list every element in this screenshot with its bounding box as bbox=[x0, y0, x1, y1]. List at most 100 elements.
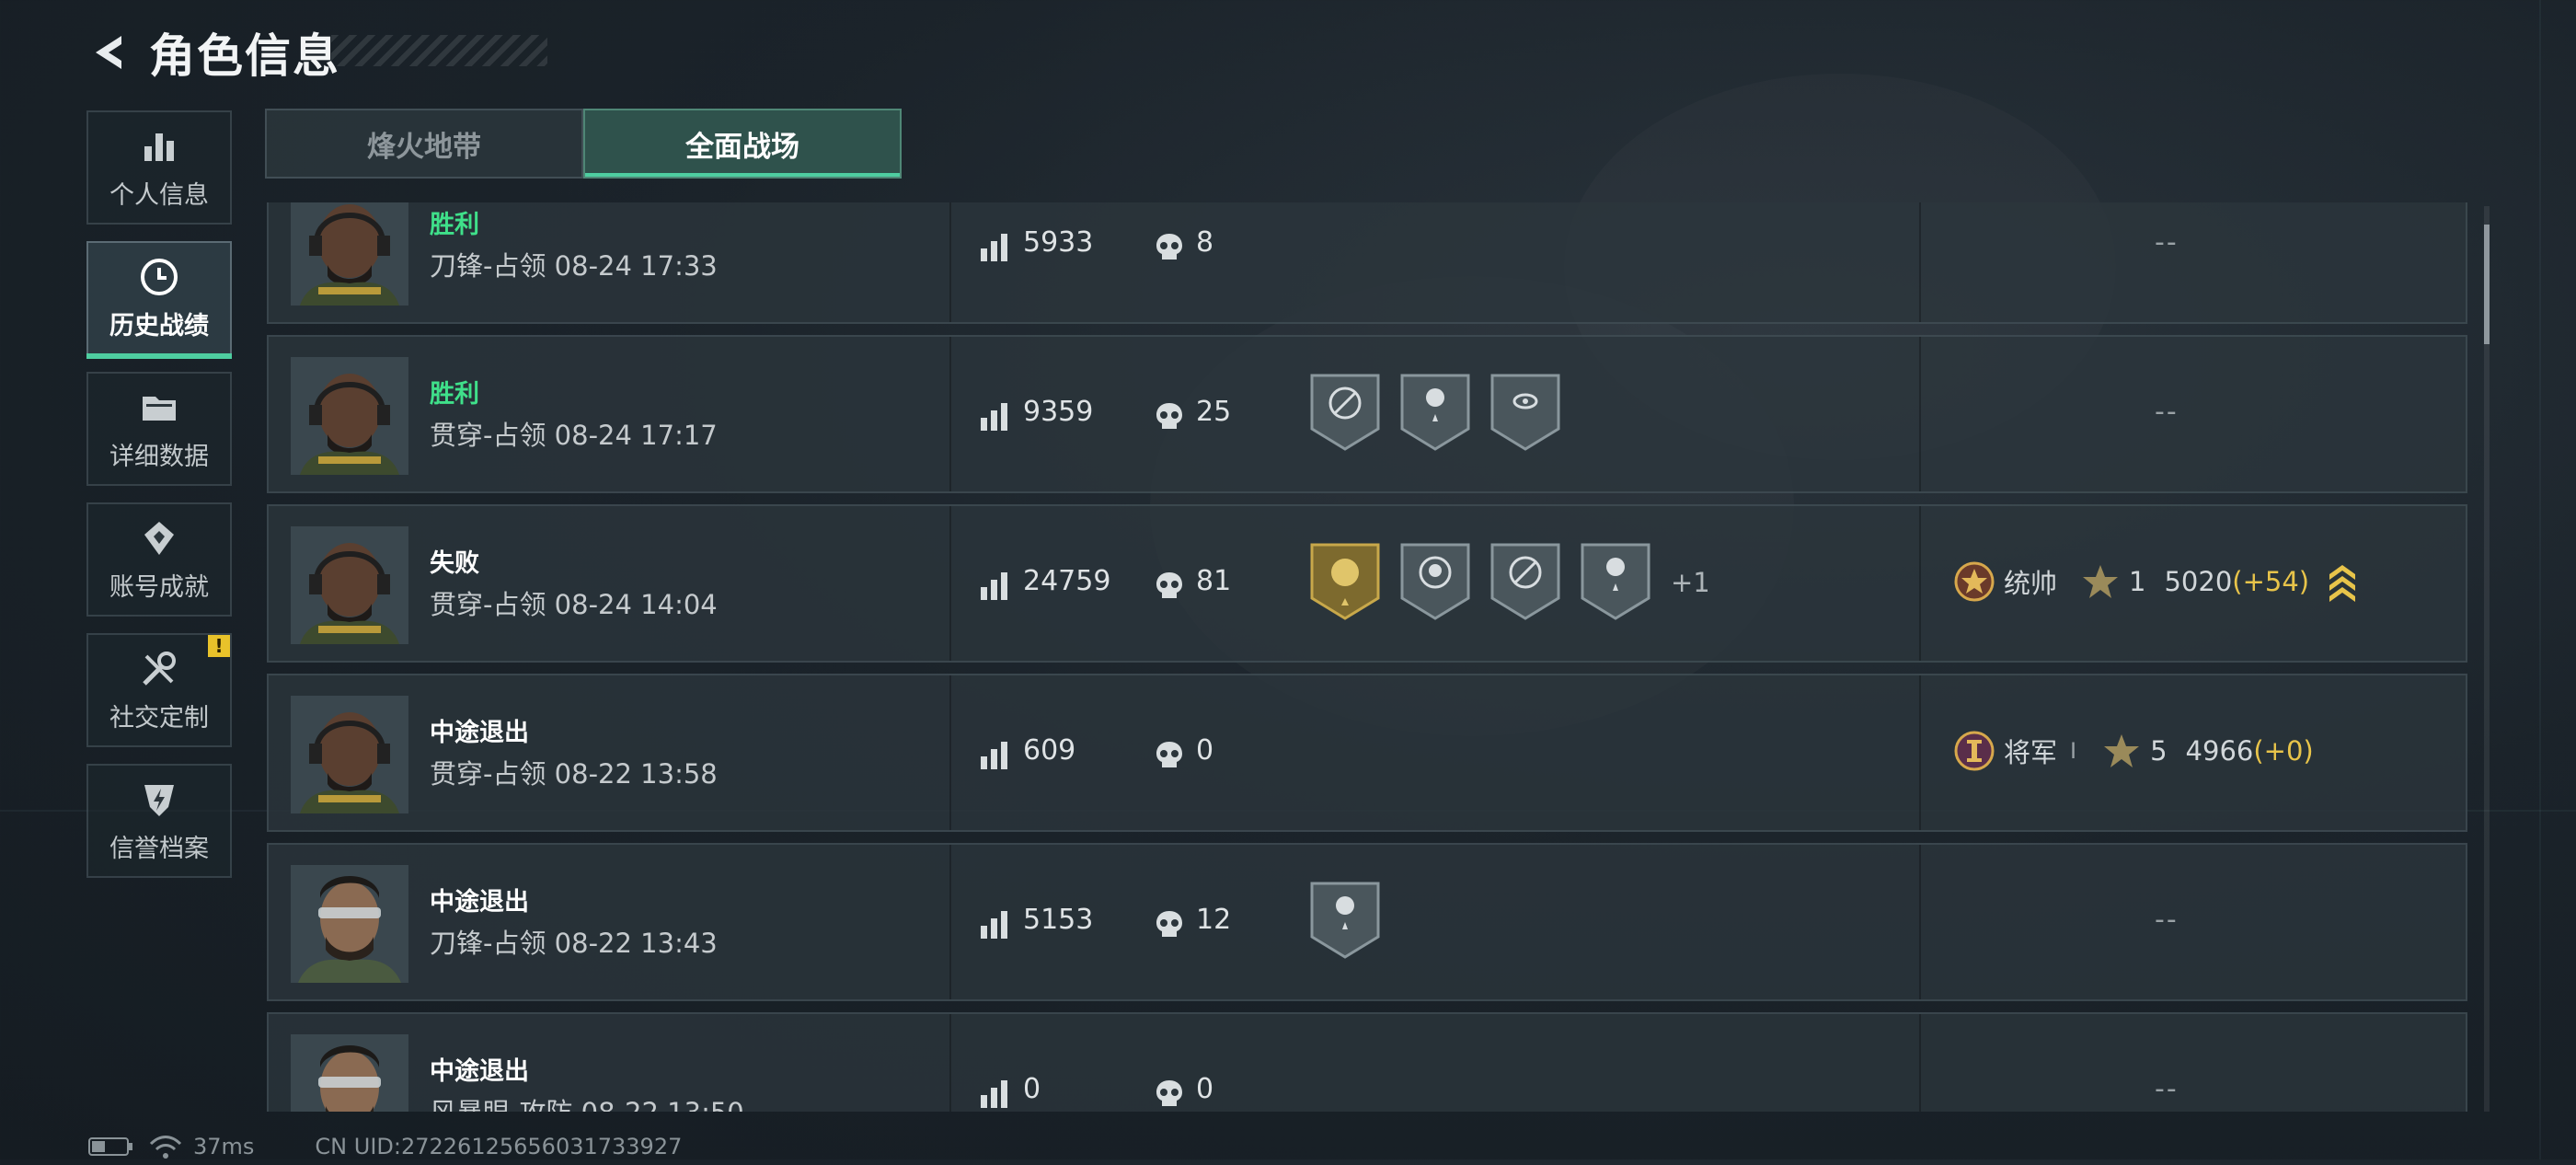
rank-title: 统帅 bbox=[2004, 568, 2058, 599]
page-header: 角色信息 bbox=[83, 20, 340, 85]
rank-commander-icon bbox=[1954, 561, 1995, 602]
match-row[interactable]: 中途退出 风暴眼-攻防 08-22 13:50 0 0 -- bbox=[267, 1012, 2467, 1112]
column-divider bbox=[1919, 202, 1921, 322]
medal-eye-scope-icon bbox=[1489, 372, 1562, 453]
match-score: 609 bbox=[1023, 734, 1076, 767]
match-kills: 8 bbox=[1196, 226, 1214, 259]
player-uid: CN UID:27226125656031733927 bbox=[315, 1134, 683, 1159]
star-icon bbox=[2104, 734, 2140, 767]
column-divider bbox=[949, 202, 951, 322]
column-divider bbox=[1919, 337, 1921, 491]
player-avatar bbox=[291, 202, 408, 306]
rank-general-icon bbox=[1954, 731, 1995, 771]
score-icon bbox=[979, 1078, 1010, 1110]
sidebar: 个人信息 历史战绩 详细数据 账号成就 ! 社交定制 信誉档案 bbox=[86, 110, 234, 894]
match-kills: 0 bbox=[1196, 734, 1214, 767]
score-icon bbox=[979, 401, 1010, 433]
score-icon bbox=[979, 740, 1010, 771]
match-mode-time: 贯穿-占领 08-22 13:58 bbox=[430, 758, 718, 790]
match-row[interactable]: 失败 贯穿-占领 08-24 14:04 24759 81 +1 统帅 1 50… bbox=[267, 504, 2467, 663]
match-kills: 81 bbox=[1196, 565, 1232, 597]
list-scrollbar[interactable] bbox=[2484, 206, 2490, 1112]
sidebar-item-personal-info[interactable]: 个人信息 bbox=[86, 110, 232, 225]
notification-badge: ! bbox=[208, 635, 230, 657]
skull-icon bbox=[1154, 909, 1185, 940]
rank-empty: -- bbox=[2155, 904, 2179, 936]
match-score: 5933 bbox=[1023, 226, 1094, 259]
column-divider bbox=[1919, 1014, 1921, 1112]
score-icon bbox=[979, 909, 1010, 940]
battery-icon bbox=[88, 1137, 132, 1156]
score-icon bbox=[979, 571, 1010, 602]
player-avatar bbox=[291, 357, 408, 475]
sidebar-item-credit[interactable]: 信誉档案 bbox=[86, 764, 232, 878]
sidebar-item-achievements[interactable]: 账号成就 bbox=[86, 502, 232, 617]
rank-empty: -- bbox=[2155, 1073, 2179, 1105]
column-divider bbox=[949, 506, 951, 661]
match-kills: 25 bbox=[1196, 396, 1232, 428]
scrollbar-thumb[interactable] bbox=[2484, 225, 2490, 344]
back-arrow-icon[interactable] bbox=[83, 25, 138, 80]
match-history-list[interactable]: 胜利 刀锋-占领 08-24 17:33 5933 8 -- 胜利 贯穿-占领 … bbox=[267, 202, 2471, 1112]
column-divider bbox=[1919, 675, 1921, 830]
sidebar-item-social[interactable]: ! 社交定制 bbox=[86, 633, 232, 747]
sidebar-item-label: 个人信息 bbox=[109, 180, 209, 210]
score-icon bbox=[979, 232, 1010, 263]
player-avatar bbox=[291, 696, 408, 813]
sidebar-item-label: 账号成就 bbox=[109, 572, 209, 602]
tab-full-battlefield[interactable]: 全面战场 bbox=[583, 109, 902, 179]
status-footer: 37ms CN UID:27226125656031733927 bbox=[88, 1128, 682, 1165]
wifi-icon bbox=[149, 1136, 182, 1159]
skull-icon bbox=[1154, 401, 1185, 433]
rank-stars: 1 bbox=[2129, 566, 2146, 597]
column-divider bbox=[1919, 845, 1921, 999]
rank-up-chevrons-icon bbox=[2329, 565, 2356, 602]
skull-icon bbox=[1154, 571, 1185, 602]
skull-icon bbox=[1154, 740, 1185, 771]
medal-skull-star-icon bbox=[1579, 541, 1652, 622]
rank-title: 将军 bbox=[2004, 737, 2058, 768]
match-row[interactable]: 中途退出 贯穿-占领 08-22 13:58 609 0 将军 I 5 4966… bbox=[267, 674, 2467, 832]
bar-chart-icon bbox=[138, 125, 180, 167]
skull-icon bbox=[1154, 232, 1185, 263]
star-icon bbox=[2083, 565, 2119, 598]
medal-sniper-icon bbox=[1308, 372, 1382, 453]
tab-hazard-zone[interactable]: 烽火地带 bbox=[265, 109, 583, 179]
sidebar-item-detailed-data[interactable]: 详细数据 bbox=[86, 372, 232, 486]
background-line bbox=[2539, 0, 2541, 1159]
medal-skull-star-icon bbox=[1308, 880, 1382, 961]
sidebar-item-match-history[interactable]: 历史战绩 bbox=[86, 241, 232, 359]
rank-score: 4966 bbox=[2185, 735, 2254, 767]
match-mode-time: 风暴眼-攻防 08-22 13:50 bbox=[430, 1091, 744, 1112]
title-decoration bbox=[331, 35, 547, 66]
rank-info: 将军 I 5 4966 (+0) bbox=[1950, 723, 2314, 779]
mode-tabs: 烽火地带 全面战场 bbox=[265, 109, 902, 179]
match-row[interactable]: 胜利 刀锋-占领 08-24 17:33 5933 8 -- bbox=[267, 202, 2467, 324]
match-result: 胜利 bbox=[430, 211, 479, 239]
rank-info: 统帅 1 5020 (+54) bbox=[1950, 554, 2359, 609]
credit-shield-icon bbox=[138, 779, 180, 821]
player-avatar bbox=[291, 526, 408, 644]
match-score: 0 bbox=[1023, 1073, 1041, 1105]
match-result: 中途退出 bbox=[430, 1057, 529, 1086]
match-score: 9359 bbox=[1023, 396, 1094, 428]
match-row[interactable]: 中途退出 刀锋-占领 08-22 13:43 5153 12 -- bbox=[267, 843, 2467, 1001]
match-result: 中途退出 bbox=[430, 719, 529, 747]
rank-delta: (+0) bbox=[2253, 735, 2314, 767]
match-mode-time: 贯穿-占领 08-24 14:04 bbox=[430, 589, 718, 620]
match-kills: 12 bbox=[1196, 904, 1232, 936]
rank-score: 5020 bbox=[2164, 566, 2233, 597]
match-mode-time: 刀锋-占领 08-22 13:43 bbox=[430, 928, 718, 959]
rank-delta: (+54) bbox=[2232, 566, 2310, 597]
medal-sniper-icon bbox=[1489, 541, 1562, 622]
clock-icon bbox=[138, 256, 180, 298]
medal-gold-rose-icon bbox=[1308, 541, 1382, 622]
match-result: 失败 bbox=[430, 549, 479, 578]
match-row[interactable]: 胜利 贯穿-占领 08-24 17:17 9359 25 -- bbox=[267, 335, 2467, 493]
match-result: 中途退出 bbox=[430, 888, 529, 917]
rank-empty: -- bbox=[2155, 226, 2179, 259]
sidebar-item-label: 社交定制 bbox=[109, 703, 209, 732]
column-divider bbox=[949, 337, 951, 491]
match-score: 5153 bbox=[1023, 904, 1094, 936]
column-divider bbox=[1919, 506, 1921, 661]
